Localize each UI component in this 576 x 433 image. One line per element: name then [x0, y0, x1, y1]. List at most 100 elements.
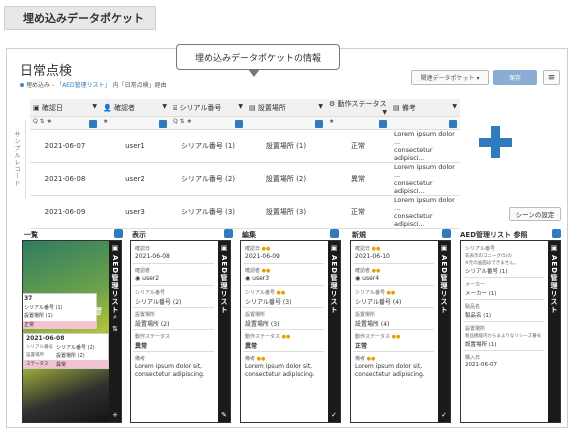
table-row[interactable]: 2021-06-08 user2 シリアル番号 (2) 設置場所 (2) 異常 …: [30, 162, 460, 196]
breadcrumb-prefix: 埋め込み -: [26, 82, 55, 89]
divider: [133, 307, 214, 308]
page-title: 日常点検: [20, 64, 73, 79]
field-value: consectetur adipiscing.: [135, 371, 205, 378]
divider: [133, 351, 214, 352]
col-status-header[interactable]: ⚙ 動作ステータス ▼: [326, 99, 390, 117]
copy-icon[interactable]: ▣: [440, 244, 448, 252]
cell-date: 2021-06-09: [30, 195, 100, 229]
status-select[interactable]: 異常: [245, 341, 257, 350]
check-icon[interactable]: ✓: [330, 411, 338, 419]
gear-icon[interactable]: [114, 229, 123, 238]
gear-icon[interactable]: [159, 120, 167, 128]
related-datapocket-button[interactable]: 関連データポケット ▾: [411, 70, 489, 85]
gear-icon[interactable]: [330, 229, 339, 238]
field-value: シリアル番号 (2): [135, 299, 182, 306]
callout-box: 埋め込みデータポケットの情報: [176, 44, 340, 70]
panel-title-view: 表示: [132, 231, 146, 239]
place-input[interactable]: 設置場所 (3): [245, 319, 279, 328]
col-place-header[interactable]: ▤ 設置場所 ▼: [246, 99, 326, 117]
divider: [243, 329, 324, 330]
list-card[interactable]: 37 シリアル番号 (1) 設置場所 (1) 正常: [23, 293, 97, 329]
filter-user[interactable]: ★: [100, 116, 170, 130]
panel-title-new: 新規: [352, 231, 366, 239]
table-row[interactable]: 2021-06-07 user1 シリアル番号 (1) 設置場所 (1) 正常 …: [30, 129, 460, 163]
gear-icon[interactable]: [442, 229, 451, 238]
card-place: 設置場所 (1): [24, 313, 53, 319]
field-label: シリアル番号: [135, 290, 165, 296]
serial-input[interactable]: シリアル番号 (3): [245, 297, 291, 306]
field-value: シリアル番号 (1): [465, 269, 508, 275]
copy-icon[interactable]: ▣: [111, 244, 119, 252]
user-input[interactable]: ◉ user3: [245, 275, 269, 282]
gear-icon[interactable]: [89, 120, 97, 128]
col-date-header[interactable]: ▣ 確認日 ▼: [30, 99, 100, 117]
divider: [243, 351, 324, 352]
field-label: 備考 ●●: [355, 356, 376, 362]
divider: [133, 329, 214, 330]
copy-icon[interactable]: ▣: [330, 244, 338, 252]
reference-panel: ▣ AED管理リスト シリアル番号 非表示のコニーグ(5)の ※元の画面はできま…: [460, 240, 561, 423]
panel-title-ref: AED管理リスト 参照: [460, 231, 528, 239]
col-note-header[interactable]: ▤ 備考 ▼: [390, 99, 460, 117]
user-input[interactable]: ◉ user4: [355, 275, 379, 282]
date-input[interactable]: 2021-06-10: [355, 253, 390, 260]
gear-icon[interactable]: [379, 120, 387, 128]
panel-strip-label: AED管理リスト: [550, 255, 558, 315]
field-label: 確認者: [135, 268, 151, 274]
view-panel: ▣ AED管理リスト ✎ 確認日 2021-06-08 確認者 ◉ user2 …: [130, 240, 231, 423]
cell-date: 2021-06-08: [30, 162, 100, 196]
add-column-plus-icon[interactable]: [476, 124, 516, 164]
panel-title-list: 一覧: [24, 231, 38, 239]
divider: [463, 277, 544, 278]
callout-pointer: [248, 69, 260, 77]
field-label: 動作ステータス ●●: [245, 334, 291, 340]
gear-icon[interactable]: [552, 229, 561, 238]
gear-icon[interactable]: [315, 120, 323, 128]
gear-icon[interactable]: [235, 120, 243, 128]
serial-input[interactable]: シリアル番号 (4): [355, 297, 401, 306]
edit-icon[interactable]: ✎: [79, 307, 86, 316]
copy-icon[interactable]: ▣: [220, 244, 228, 252]
note-input[interactable]: consectetur adipiscing.: [355, 371, 425, 378]
field-label: メーカー: [465, 282, 486, 288]
note-input[interactable]: consectetur adipiscing.: [245, 371, 315, 378]
note-input[interactable]: Lorem ipsum dolor sit,: [355, 363, 422, 370]
field-note: 非表示のコニーグ(5)の: [465, 254, 512, 259]
status-select[interactable]: 正常: [355, 341, 367, 350]
gear-icon[interactable]: [449, 120, 457, 128]
cell-status: 正常: [326, 129, 390, 163]
filter-place[interactable]: [246, 116, 326, 130]
place-input[interactable]: 設置場所 (4): [355, 319, 389, 328]
filter-note[interactable]: [390, 116, 460, 130]
card-serial: シリアル番号 (1): [24, 305, 63, 311]
divider: [353, 285, 434, 286]
scene-settings-button[interactable]: シーンの設定: [509, 207, 561, 221]
copy-icon[interactable]: ▣: [550, 244, 558, 252]
list-card[interactable]: 2021-06-08 シリアル番号 シリアル番号 (2) 設置場所 設置場所 (…: [23, 333, 109, 369]
breadcrumb-suffix: 内「日常点検」経由: [112, 82, 167, 89]
search-icon[interactable]: ⌕: [111, 313, 119, 321]
check-icon[interactable]: ✓: [440, 411, 448, 419]
field-label: 購入日: [465, 355, 481, 361]
col-user-header[interactable]: 👤 確認者 ▼: [100, 99, 170, 117]
filter-date[interactable]: Q ⇅ ★: [30, 116, 100, 130]
field-value: 2021-06-07: [465, 362, 497, 368]
edit-icon[interactable]: ✎: [220, 411, 228, 419]
col-serial-header[interactable]: ⌸ シリアル番号 ▼: [170, 99, 246, 117]
breadcrumb-link[interactable]: 「AED管理リスト」: [56, 80, 111, 89]
date-input[interactable]: 2021-06-09: [245, 253, 280, 260]
table-row[interactable]: 2021-06-09 user3 シリアル番号 (3) 設置場所 (3) 正常 …: [30, 195, 460, 229]
save-button[interactable]: 保存: [493, 70, 537, 85]
note-input[interactable]: Lorem ipsum dolor sit,: [245, 363, 312, 370]
filter-status[interactable]: ★: [326, 116, 390, 130]
gear-icon[interactable]: [224, 229, 233, 238]
add-icon[interactable]: +: [111, 411, 119, 419]
field-value: 設置場所 (1): [465, 342, 497, 348]
trash-icon[interactable]: 🗑: [93, 307, 103, 316]
sort-icon[interactable]: ⇅: [111, 325, 119, 333]
filter-serial[interactable]: Q ⇅ ★: [170, 116, 246, 130]
card-value: 設置場所 (2): [56, 353, 85, 359]
cell-user: user2: [100, 162, 170, 196]
menu-button[interactable]: ≡: [543, 70, 560, 85]
divider: [353, 307, 434, 308]
